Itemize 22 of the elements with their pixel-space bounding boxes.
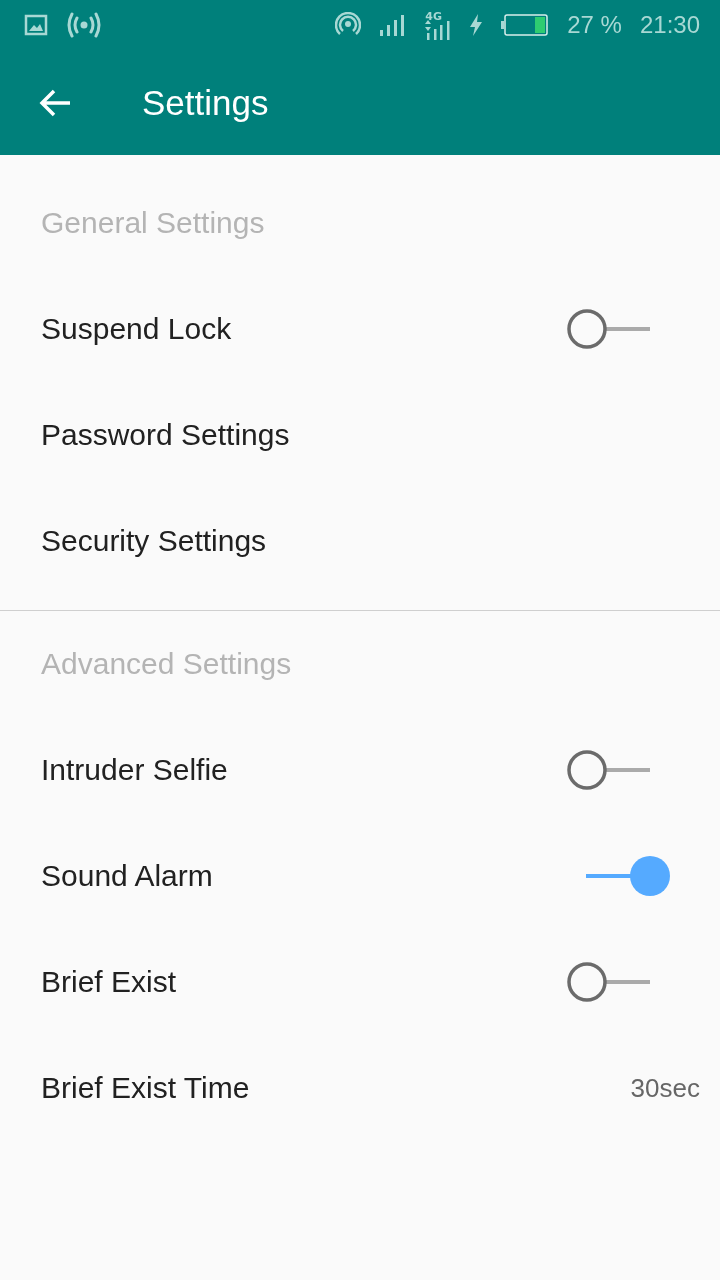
setting-label[interactable]: Suspend Lock — [41, 312, 566, 346]
section-header: Advanced Settings — [40, 646, 293, 682]
charging-icon — [469, 14, 484, 36]
broadcast-icon — [66, 12, 102, 38]
hotspot-icon — [335, 12, 362, 38]
network-label: 4G — [425, 10, 442, 22]
battery-percent: 27 % — [567, 11, 622, 39]
setting-label[interactable]: Intruder Selfie — [41, 753, 566, 787]
back-arrow-icon[interactable] — [38, 87, 72, 118]
image-icon — [24, 14, 48, 36]
setting-value: 30sec — [630, 1072, 700, 1104]
clock-time: 21:30 — [639, 11, 700, 39]
signal-icon — [423, 19, 452, 40]
setting-label[interactable]: Brief Exist — [41, 965, 566, 999]
setting-label[interactable]: Brief Exist Time — [41, 1071, 631, 1105]
setting-label[interactable]: Password Settings — [41, 418, 700, 452]
signal-icon — [379, 14, 406, 36]
section-header: General Settings — [40, 205, 266, 241]
battery-icon — [501, 13, 550, 37]
setting-label[interactable]: Security Settings — [41, 524, 700, 558]
setting-label[interactable]: Sound Alarm — [41, 859, 566, 893]
page-title: Settings — [142, 82, 269, 123]
